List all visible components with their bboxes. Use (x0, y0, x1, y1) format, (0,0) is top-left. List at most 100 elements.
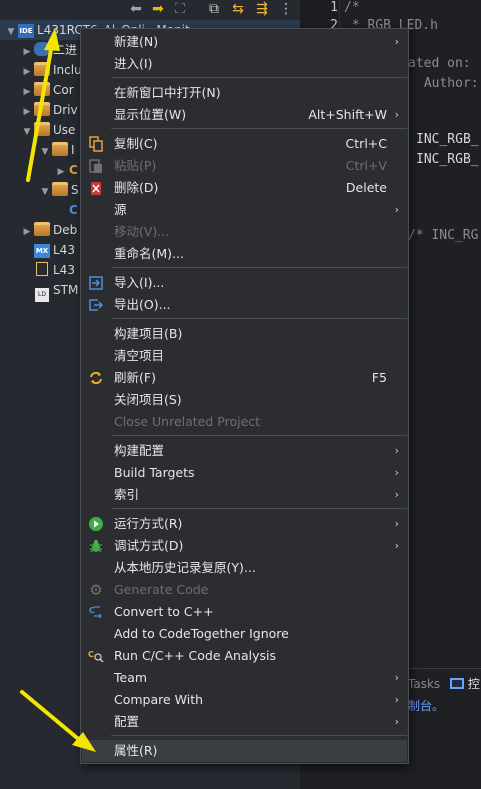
chevron-right-icon[interactable]: ▶ (22, 82, 32, 102)
chevron-right-icon[interactable]: ▶ (22, 42, 32, 62)
menu-separator (111, 267, 407, 268)
tab-tasks[interactable]: Tasks (408, 677, 440, 691)
tree-item-label: S (71, 183, 79, 197)
menu-item-configure[interactable]: 配置 › (82, 711, 407, 733)
menu-item-refresh[interactable]: 刷新(F) F5 (82, 367, 407, 389)
menu-item-new[interactable]: 新建(N) › (82, 31, 407, 53)
tree-item-linker[interactable]: LD STM (32, 280, 78, 302)
menu-separator (111, 435, 407, 436)
menu-item-clean-project[interactable]: 清空项目 (82, 345, 407, 367)
export-icon (88, 297, 104, 313)
tree-item-includes[interactable]: ▶ Inclu (22, 60, 82, 80)
chevron-down-icon[interactable]: ▼ (6, 22, 16, 42)
chevron-right-icon[interactable]: ▶ (22, 62, 32, 82)
menu-item-codetogether-ignore[interactable]: Add to CodeTogether Ignore (82, 623, 407, 645)
folder-icon (34, 62, 50, 76)
tree-item-label: Driv (53, 103, 78, 117)
tree-item-launch[interactable]: L43 (32, 260, 75, 280)
menu-item-go-into[interactable]: 进入(I) (82, 53, 407, 75)
menu-item-compare-with[interactable]: Compare With › (82, 689, 407, 711)
context-menu: 新建(N) › 进入(I) 在新窗口中打开(N) 显示位置(W) Alt+Shift… (80, 28, 409, 764)
binaries-icon (34, 42, 50, 56)
tree-item-core[interactable]: ▶ Cor (22, 80, 74, 100)
menu-item-restore-history[interactable]: 从本地历史记录复原(Y)... (82, 557, 407, 579)
tree-item-label: Cor (53, 83, 74, 97)
menu-item-generate-code[interactable]: ⚙ Generate Code (82, 579, 407, 601)
menu-item-label: 导入(I)... (114, 275, 165, 290)
menu-item-debug-as[interactable]: 调试方式(D) › (82, 535, 407, 557)
link-editor-icon[interactable]: ⇆ (230, 1, 246, 17)
ide-project-icon: IDE (18, 24, 34, 38)
tree-item-user[interactable]: ▼ Use (22, 120, 75, 140)
code-line: /* (344, 0, 360, 15)
menu-item-move[interactable]: 移动(V)... (82, 221, 407, 243)
code-analysis-icon: C (88, 648, 104, 664)
collapse-all-icon[interactable]: ⧉ (206, 1, 222, 17)
menu-item-label: Build Targets (114, 465, 195, 480)
menu-item-label: 源 (114, 202, 127, 217)
menu-item-show-in[interactable]: 显示位置(W) Alt+Shift+W › (82, 104, 407, 126)
menu-item-shortcut: Ctrl+V (345, 158, 387, 173)
menu-item-close-project[interactable]: 关闭项目(S) (82, 389, 407, 411)
chevron-right-icon[interactable]: ▶ (22, 222, 32, 242)
menu-item-shortcut: Delete (345, 180, 387, 195)
menu-item-code-analysis[interactable]: C Run C/C++ Code Analysis (82, 645, 407, 667)
menu-item-copy[interactable]: 复制(C) Ctrl+C (82, 133, 407, 155)
menu-item-build-project[interactable]: 构建项目(B) (82, 323, 407, 345)
menu-item-paste[interactable]: 粘贴(P) Ctrl+V (82, 155, 407, 177)
submenu-arrow-icon: › (394, 35, 399, 48)
menu-item-open-new-window[interactable]: 在新窗口中打开(N) (82, 82, 407, 104)
menu-item-rename[interactable]: 重命名(M)... (82, 243, 407, 265)
forward-arrow-icon[interactable]: ➡ (150, 1, 166, 17)
tree-item-debug[interactable]: ▶ Deb (22, 220, 77, 240)
tree-item-label: I (71, 143, 75, 157)
menu-item-team[interactable]: Team › (82, 667, 407, 689)
menu-item-run-as[interactable]: 运行方式(R) › (82, 513, 407, 535)
debug-bug-icon (88, 538, 104, 554)
submenu-arrow-icon: › (394, 671, 399, 684)
chevron-right-icon[interactable]: ▶ (56, 162, 66, 182)
back-arrow-icon[interactable]: ⬅ (128, 1, 144, 17)
tab-console[interactable]: 控 (450, 675, 481, 697)
chevron-down-icon[interactable]: ▼ (40, 142, 50, 162)
explorer-toolbar: ⬅ ➡ ⛶ ⧉ ⇆ ⇶ ⋮ (120, 0, 300, 20)
menu-item-import[interactable]: 导入(I)... (82, 272, 407, 294)
menu-item-label: 索引 (114, 487, 140, 502)
menu-item-label: 刷新(F) (114, 370, 156, 385)
menu-item-label: 粘贴(P) (114, 158, 157, 173)
pin-icon[interactable]: ⛶ (172, 1, 188, 17)
menu-item-export[interactable]: 导出(O)... (82, 294, 407, 316)
submenu-arrow-icon: › (394, 488, 399, 501)
menu-separator (111, 128, 407, 129)
submenu-arrow-icon: › (394, 108, 399, 121)
chevron-right-icon[interactable]: ▶ (22, 102, 32, 122)
chevron-down-icon[interactable]: ▼ (22, 122, 32, 142)
console-message: 制台。 (408, 699, 445, 713)
filter-icon[interactable]: ⇶ (254, 1, 270, 17)
tree-item-binaries[interactable]: ▶ 二进 (22, 40, 77, 60)
menu-item-source[interactable]: 源 › (82, 199, 407, 221)
menu-item-build-config[interactable]: 构建配置 › (82, 440, 407, 462)
import-icon (88, 275, 104, 291)
tree-item-src[interactable]: ▼ S (40, 180, 79, 200)
menu-item-close-unrelated[interactable]: Close Unrelated Project (82, 411, 407, 433)
menu-item-label: 关闭项目(S) (114, 392, 182, 407)
copy-icon (88, 136, 104, 152)
menu-item-label: Close Unrelated Project (114, 414, 261, 429)
folder-icon (34, 102, 50, 116)
folder-icon (52, 142, 68, 156)
menu-item-label: 配置 (114, 714, 140, 729)
view-menu-icon[interactable]: ⋮ (278, 1, 294, 17)
menu-item-index[interactable]: 索引 › (82, 484, 407, 506)
chevron-down-icon[interactable]: ▼ (40, 182, 50, 202)
menu-item-properties[interactable]: 属性(R) (82, 740, 407, 762)
tree-item-inc[interactable]: ▼ I (40, 140, 75, 160)
submenu-arrow-icon: › (394, 444, 399, 457)
tree-item-ioc[interactable]: MX L43 (32, 240, 75, 260)
linker-script-icon: LD (35, 288, 49, 302)
menu-item-convert-cpp[interactable]: C Convert to C++ (82, 601, 407, 623)
menu-item-build-targets[interactable]: Build Targets › (82, 462, 407, 484)
menu-item-delete[interactable]: 删除(D) Delete (82, 177, 407, 199)
menu-item-label: 新建(N) (114, 34, 159, 49)
tree-item-drivers[interactable]: ▶ Driv (22, 100, 78, 120)
